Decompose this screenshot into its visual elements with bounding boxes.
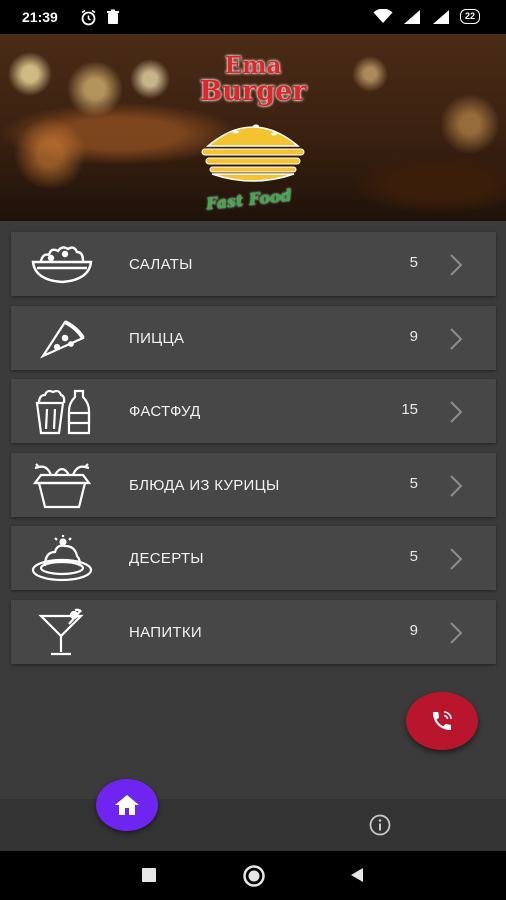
- category-item-fastfood[interactable]: ФАСТФУД 15: [11, 379, 496, 443]
- chevron-right-icon: [448, 474, 464, 503]
- status-bar: 21:39 22: [0, 0, 506, 34]
- logo-text-burger: Burger: [199, 76, 307, 107]
- category-count: 5: [409, 474, 418, 492]
- info-button[interactable]: [369, 814, 391, 841]
- chevron-right-icon: [448, 327, 464, 356]
- category-item-pizza[interactable]: ПИЦЦА 9: [11, 305, 496, 370]
- burger-icon: [201, 124, 305, 182]
- chevron-right-icon: [448, 400, 464, 429]
- back-triangle-icon: [351, 868, 363, 882]
- chevron-right-icon: [448, 547, 464, 576]
- salad-bowl-icon: [29, 240, 95, 288]
- dessert-icon: [29, 534, 95, 582]
- battery-indicator: 22: [459, 9, 480, 24]
- category-label: ФАСТФУД: [129, 403, 201, 420]
- recent-apps-button[interactable]: [141, 867, 157, 888]
- square-icon: [142, 868, 156, 882]
- chicken-box-icon: [29, 461, 95, 509]
- category-item-salads[interactable]: САЛАТЫ 5: [11, 232, 496, 296]
- home-button[interactable]: [96, 779, 158, 831]
- chevron-right-icon: [448, 253, 464, 282]
- category-count: 15: [401, 401, 418, 418]
- system-home-button[interactable]: [242, 864, 266, 893]
- status-time: 21:39: [22, 9, 58, 25]
- fastfood-icon: [29, 387, 95, 435]
- cocktail-icon: [29, 608, 95, 656]
- category-item-drinks[interactable]: НАПИТКИ 9: [11, 599, 496, 664]
- ema-burger-logo: Ema Burger Fast Food: [188, 50, 318, 220]
- category-label: САЛАТЫ: [129, 256, 193, 273]
- category-item-chicken[interactable]: БЛЮДА ИЗ КУРИЦЫ 5: [11, 452, 496, 517]
- category-count: 9: [409, 327, 418, 345]
- category-label: ДЕСЕРТЫ: [129, 550, 204, 567]
- trash-icon: [106, 9, 120, 26]
- logo-text-fastfood: Fast Food: [205, 185, 293, 214]
- phone-call-icon: [433, 711, 452, 730]
- info-icon: [369, 814, 391, 836]
- home-icon: [115, 795, 139, 815]
- bottom-navigation: [0, 799, 506, 851]
- circle-icon: [243, 865, 265, 887]
- category-item-desserts[interactable]: ДЕСЕРТЫ 5: [11, 526, 496, 590]
- category-count: 5: [409, 548, 418, 565]
- back-button[interactable]: [349, 867, 365, 888]
- category-label: НАПИТКИ: [129, 623, 203, 641]
- category-count: 5: [409, 254, 418, 271]
- signal-icon: [402, 9, 422, 24]
- signal-icon-2: [431, 9, 451, 24]
- chevron-right-icon: [448, 621, 464, 650]
- call-button[interactable]: [406, 692, 478, 750]
- restaurant-banner: Ema Burger Fast Food: [0, 34, 506, 221]
- system-navigation-bar: [0, 851, 506, 900]
- category-label: БЛЮДА ИЗ КУРИЦЫ: [129, 476, 280, 494]
- pizza-slice-icon: [29, 314, 95, 362]
- category-label: ПИЦЦА: [129, 329, 185, 347]
- category-count: 9: [409, 621, 418, 639]
- logo-text-ema: Ema: [224, 52, 282, 79]
- wifi-icon: [373, 9, 393, 24]
- category-list: САЛАТЫ 5 ПИЦЦА 9 ФАСТФУД 15 БЛЮДА ИЗ КУР…: [11, 232, 496, 673]
- alarm-clock-icon: [80, 9, 97, 26]
